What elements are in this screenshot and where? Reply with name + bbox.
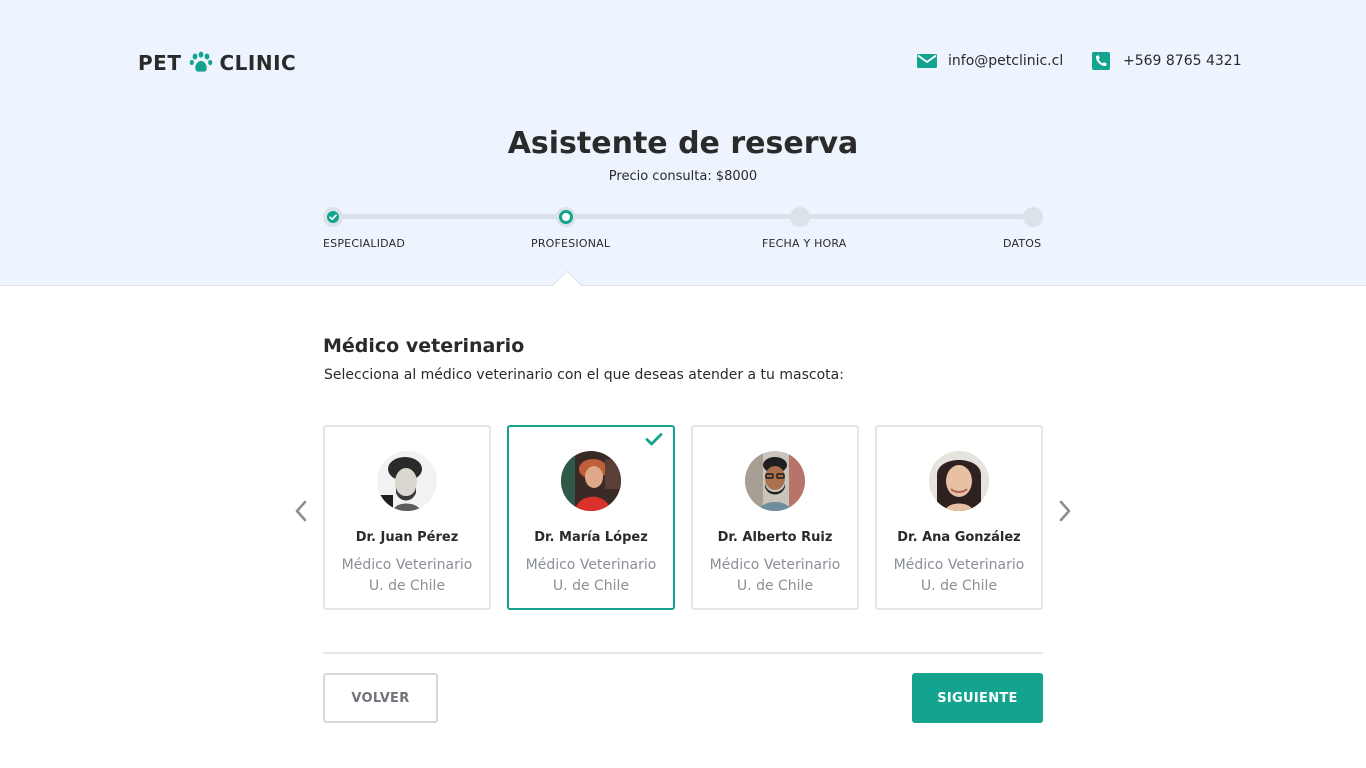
- vet-university: U. de Chile: [552, 578, 630, 594]
- back-button[interactable]: VOLVER: [323, 673, 438, 723]
- check-icon: [329, 214, 337, 221]
- progress-track: [333, 214, 1033, 219]
- vet-role: Médico Veterinario: [709, 557, 841, 573]
- logo-text-right: CLINIC: [219, 51, 297, 75]
- avatar: [745, 451, 805, 511]
- contact-phone[interactable]: +569 8765 4321: [1092, 52, 1242, 70]
- avatar: [561, 451, 621, 511]
- avatar: [929, 451, 989, 511]
- vet-name: Dr. Alberto Ruiz: [717, 530, 833, 545]
- vet-university: U. de Chile: [920, 578, 998, 594]
- contact-email[interactable]: info@petclinic.cl: [917, 52, 1063, 70]
- step-label-especialidad: ESPECIALIDAD: [323, 237, 406, 250]
- chevron-right-icon: [1059, 500, 1071, 522]
- section-subtitle: Selecciona al médico veterinario con el …: [324, 367, 844, 383]
- vet-university: U. de Chile: [368, 578, 446, 594]
- contact-phone-text: +569 8765 4321: [1123, 53, 1242, 69]
- footer-divider: [323, 652, 1043, 654]
- vet-card-maria-lopez[interactable]: Dr. María López Médico Veterinario U. de…: [507, 425, 675, 610]
- contact-email-text: info@petclinic.cl: [948, 53, 1064, 69]
- vet-card-alberto-ruiz[interactable]: Dr. Alberto Ruiz Médico Veterinario U. d…: [691, 425, 859, 610]
- next-button[interactable]: SIGUIENTE: [912, 673, 1043, 723]
- vet-name: Dr. Ana González: [897, 530, 1021, 545]
- vet-university: U. de Chile: [736, 578, 814, 594]
- carousel-prev-button[interactable]: [293, 500, 309, 522]
- paw-icon: [189, 51, 213, 75]
- carousel-next-button[interactable]: [1057, 500, 1073, 522]
- vet-card-juan-perez[interactable]: Dr. Juan Pérez Médico Veterinario U. de …: [323, 425, 491, 610]
- vet-role: Médico Veterinario: [341, 557, 473, 573]
- vet-role: Médico Veterinario: [525, 557, 657, 573]
- check-icon: [645, 433, 663, 446]
- step-label-fecha-hora: FECHA Y HORA: [762, 237, 847, 250]
- step-label-datos: DATOS: [1003, 237, 1042, 250]
- section-title: Médico veterinario: [323, 335, 525, 357]
- logo[interactable]: PET CLINIC: [138, 50, 296, 76]
- page-title: Asistente de reserva: [507, 126, 859, 161]
- vet-name: Dr. Juan Pérez: [355, 530, 459, 545]
- vet-name: Dr. María López: [534, 530, 648, 545]
- step-especialidad-done-icon[interactable]: [323, 207, 343, 227]
- avatar: [377, 451, 437, 511]
- vet-card-ana-gonzalez[interactable]: Dr. Ana González Médico Veterinario U. d…: [875, 425, 1043, 610]
- chevron-left-icon: [295, 500, 307, 522]
- logo-text-left: PET: [138, 51, 182, 75]
- vet-role: Médico Veterinario: [893, 557, 1025, 573]
- step-profesional-active-icon[interactable]: [556, 207, 576, 227]
- step-fecha-pending-icon: [790, 207, 810, 227]
- consultation-price: Precio consulta: $8000: [608, 169, 758, 184]
- step-label-profesional: PROFESIONAL: [531, 237, 611, 250]
- step-active-ring: [559, 210, 573, 224]
- step-datos-pending-icon: [1023, 207, 1043, 227]
- envelope-icon: [917, 52, 937, 70]
- phone-icon: [1092, 52, 1112, 70]
